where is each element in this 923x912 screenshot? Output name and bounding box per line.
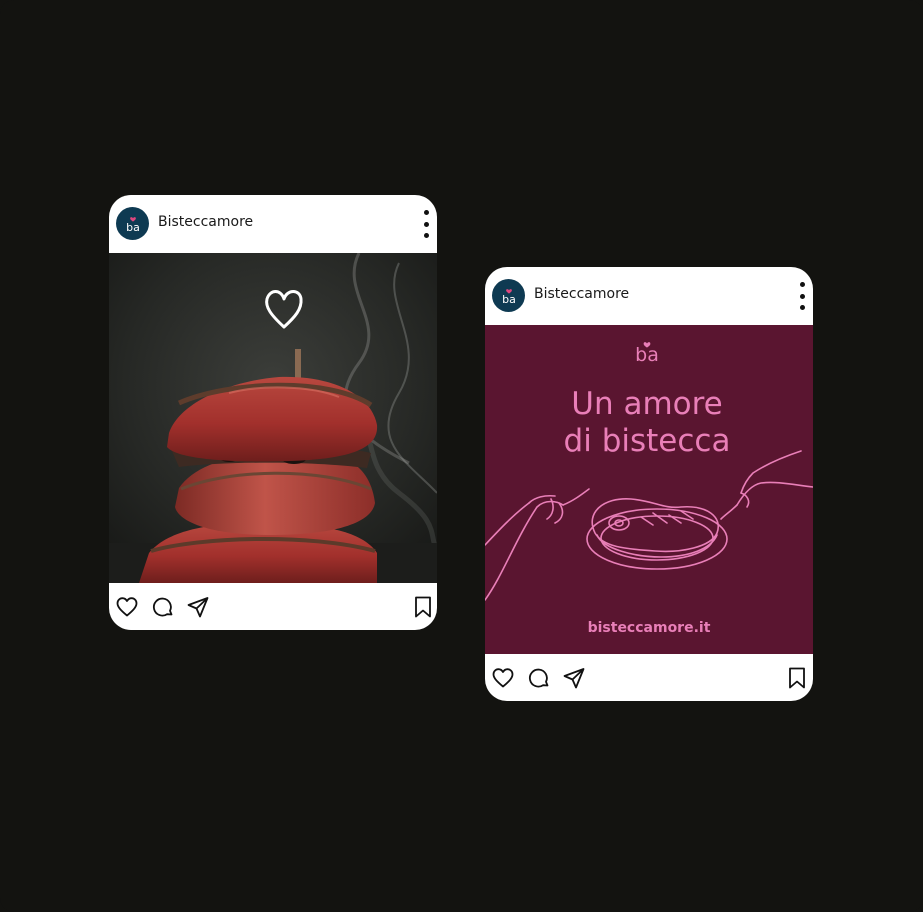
graphic-logo: ba (635, 344, 659, 366)
share-icon[interactable] (186, 595, 210, 619)
avatar[interactable]: ba (492, 279, 525, 312)
comment-icon[interactable] (527, 666, 551, 690)
more-options-icon[interactable] (422, 210, 430, 238)
brand-graphic: ba Un amore di bistecca bisteccamore.it (485, 325, 813, 654)
post-image (109, 253, 437, 583)
username[interactable]: Bisteccamore (158, 214, 253, 230)
action-bar (109, 583, 437, 630)
comment-icon[interactable] (151, 595, 175, 619)
website-link[interactable]: bisteccamore.it (588, 620, 711, 636)
bookmark-icon[interactable] (785, 666, 809, 690)
instagram-post-graphic: ba Bisteccamore ba Un amore di bistecca (485, 267, 813, 701)
brand-logo-icon: ba (502, 288, 516, 306)
steak-photo (109, 253, 437, 583)
heart-icon[interactable] (115, 595, 139, 619)
headline-line1: Un amore (571, 386, 723, 422)
heart-icon[interactable] (491, 666, 515, 690)
action-bar (485, 654, 813, 701)
headline-line2: di bistecca (564, 423, 731, 459)
share-icon[interactable] (562, 666, 586, 690)
avatar-text: ba (502, 293, 516, 306)
post-image: ba Un amore di bistecca bisteccamore.it (485, 325, 813, 654)
instagram-post-photo: ba Bisteccamore (109, 195, 437, 630)
avatar[interactable]: ba (116, 207, 149, 240)
canvas: ba Bisteccamore ba Bisteccamore ba Un am… (0, 0, 923, 912)
more-options-icon[interactable] (798, 282, 806, 310)
post-header: ba Bisteccamore (109, 195, 437, 253)
bookmark-icon[interactable] (411, 595, 435, 619)
brand-logo-icon: ba (126, 216, 140, 234)
username[interactable]: Bisteccamore (534, 286, 629, 302)
post-header: ba Bisteccamore (485, 267, 813, 325)
avatar-text: ba (126, 221, 140, 234)
